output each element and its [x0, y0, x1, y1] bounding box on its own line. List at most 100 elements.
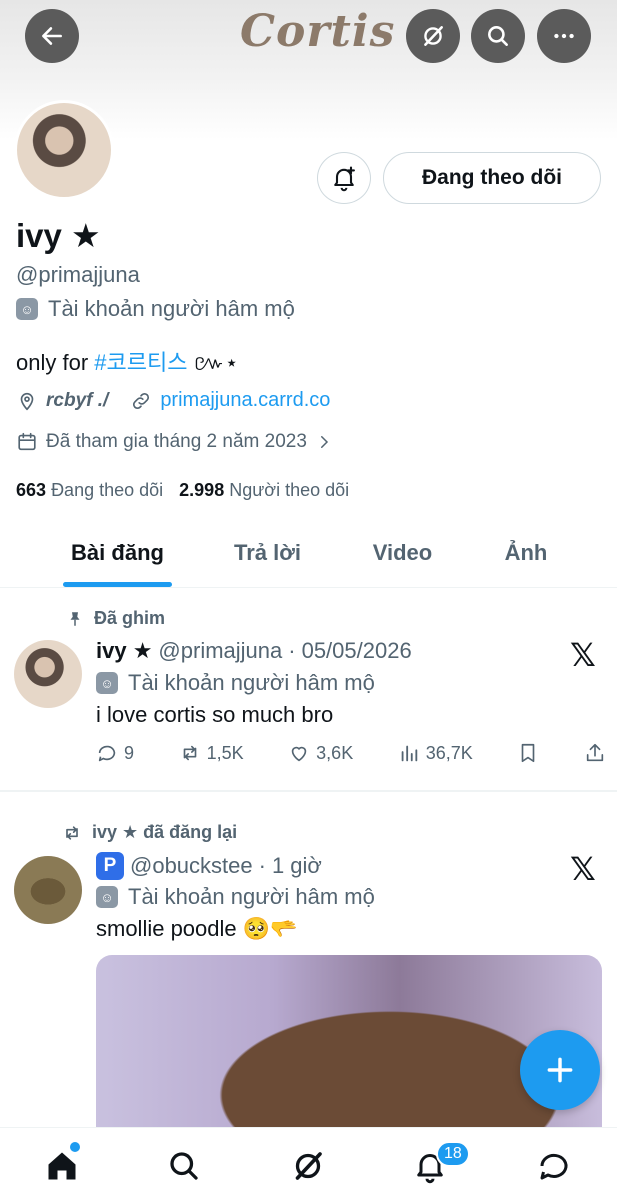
- x-logo-icon: 𝕏: [570, 636, 596, 674]
- repost-icon: [183, 745, 196, 761]
- grok-icon: [424, 26, 443, 46]
- fan-account-label: ☺ Tài khoản người hâm mộ: [16, 296, 295, 322]
- followers-count: 2.998: [179, 480, 225, 500]
- post-divider: [0, 790, 617, 792]
- reply-count: 9: [124, 742, 135, 763]
- profile-avatar[interactable]: [14, 100, 114, 200]
- post-author-handle[interactable]: @obuckstee: [130, 853, 253, 879]
- search-icon: [488, 26, 508, 46]
- active-tab-indicator: [63, 582, 172, 587]
- profile-bio: only for #코르티스 ៚⋆: [16, 345, 239, 381]
- views-count: 36,7K: [425, 742, 473, 763]
- website-link[interactable]: primajjuna.carrd.co: [160, 389, 330, 412]
- repost-count: 1,5K: [206, 742, 244, 763]
- plus-icon: [547, 1057, 573, 1083]
- joined-date-text: Đã tham gia tháng 2 năm 2023: [46, 431, 307, 452]
- location-pin-icon: [20, 392, 34, 410]
- post-text: smollie poodle 🥺🫳: [96, 916, 298, 941]
- x-logo-icon: 𝕏: [570, 850, 596, 888]
- pinned-text: Đã ghim: [94, 608, 166, 628]
- post-separator: ·: [258, 853, 266, 878]
- post-header: ivy ★ @primajjuna · 05/05/2026: [96, 638, 412, 664]
- arrow-left-icon: [42, 27, 62, 45]
- post-text: i love cortis so much bro: [96, 702, 334, 727]
- post-author-avatar[interactable]: [14, 856, 82, 924]
- home-icon: [48, 1152, 76, 1180]
- chevron-right-icon: [320, 436, 328, 448]
- nav-home[interactable]: [42, 1146, 82, 1186]
- heart-icon: [291, 746, 307, 762]
- post-fan-text: Tài khoản người hâm mộ: [128, 670, 375, 695]
- share-icon: [586, 743, 604, 762]
- tab-videos[interactable]: Video: [340, 520, 465, 586]
- bell-plus-icon: [334, 166, 355, 192]
- chat-bubble-icon: [540, 1153, 568, 1180]
- pinned-post[interactable]: Đã ghim ivy ★ @primajjuna · 05/05/2026 𝕏…: [0, 606, 617, 790]
- home-unread-dot: [70, 1142, 80, 1152]
- following-label: Đang theo dõi: [51, 480, 164, 500]
- post-fan-label: ☺ Tài khoản người hâm mộ: [96, 670, 375, 696]
- bookmark-button[interactable]: [517, 742, 539, 764]
- user-handle: @primajjuna: [16, 262, 140, 287]
- following-count: 663: [16, 480, 47, 500]
- post-author-avatar[interactable]: [14, 640, 82, 708]
- views-button[interactable]: 36,7K: [398, 742, 473, 764]
- following-stat[interactable]: 663 Đang theo dõi: [16, 480, 163, 501]
- fan-account-text: Tài khoản người hâm mộ: [48, 296, 295, 321]
- bio-hashtag-link[interactable]: #코르티스: [94, 350, 187, 375]
- tab-replies[interactable]: Trả lời: [195, 520, 340, 586]
- analytics-icon: [401, 745, 418, 762]
- nav-grok[interactable]: [288, 1146, 328, 1186]
- post-fan-text: Tài khoản người hâm mộ: [128, 884, 375, 909]
- search-icon: [170, 1152, 198, 1180]
- more-options-button[interactable]: [537, 9, 591, 63]
- pinned-label: Đã ghim: [66, 608, 165, 629]
- followers-label: Người theo dõi: [229, 480, 350, 500]
- grok-icon: [295, 1152, 322, 1180]
- post-actions: 9 1,5K 3,6K 36,7K: [96, 738, 606, 768]
- post-author-name[interactable]: ivy ★: [96, 638, 152, 664]
- follow-stats: 663 Đang theo dõi 2.998 Người theo dõi: [16, 480, 349, 501]
- tab-photos[interactable]: Ảnh: [465, 520, 587, 586]
- notifications-toggle-button[interactable]: [317, 152, 371, 204]
- like-button[interactable]: 3,6K: [288, 742, 353, 764]
- following-button[interactable]: Đang theo dõi: [383, 152, 601, 204]
- location-text: rcbyf ./: [46, 389, 109, 411]
- calendar-icon: [18, 432, 36, 451]
- pin-icon: [70, 611, 80, 626]
- repost-context: ivy ★ đã đăng lại: [62, 822, 237, 843]
- display-name: ivy ★: [16, 217, 101, 254]
- theater-mask-icon: ☺: [16, 298, 38, 320]
- tab-posts[interactable]: Bài đăng: [40, 520, 195, 586]
- search-button[interactable]: [471, 9, 525, 63]
- parking-badge-icon: P: [96, 852, 124, 880]
- repost-icon: [66, 825, 78, 840]
- post-time[interactable]: 1 giờ: [272, 853, 322, 879]
- compose-post-button[interactable]: [520, 1030, 600, 1110]
- share-button[interactable]: [584, 742, 606, 764]
- like-count: 3,6K: [316, 742, 354, 763]
- link-icon: [133, 392, 150, 409]
- post-author-handle[interactable]: @primajjuna: [158, 638, 282, 664]
- followers-stat[interactable]: 2.998 Người theo dõi: [179, 480, 349, 501]
- reply-button[interactable]: 9: [96, 742, 134, 764]
- repost-context-text: ivy ★ đã đăng lại: [92, 822, 238, 842]
- profile-meta: rcbyf ./ primajjuna.carrd.co: [16, 389, 330, 412]
- repost-button[interactable]: 1,5K: [179, 742, 244, 764]
- post-separator: ·: [288, 638, 296, 663]
- grok-button[interactable]: [406, 9, 460, 63]
- reply-icon: [98, 745, 116, 762]
- theater-mask-icon: ☺: [96, 672, 118, 694]
- post-header: P @obuckstee · 1 giờ: [96, 852, 322, 880]
- nav-search[interactable]: [164, 1146, 204, 1186]
- back-button[interactable]: [25, 9, 79, 63]
- joined-date-row[interactable]: Đã tham gia tháng 2 năm 2023: [16, 431, 333, 453]
- bio-text: only for: [16, 350, 95, 375]
- post-time[interactable]: 05/05/2026: [302, 638, 412, 664]
- nav-messages[interactable]: [534, 1146, 574, 1186]
- profile-tabs: Bài đăng Trả lời Video Ảnh: [0, 520, 617, 588]
- bottom-navigation: 18: [0, 1127, 617, 1200]
- banner-logo: Cortis: [240, 6, 396, 57]
- bio-emoji: ៚⋆: [187, 350, 239, 375]
- theater-mask-icon: ☺: [96, 886, 118, 908]
